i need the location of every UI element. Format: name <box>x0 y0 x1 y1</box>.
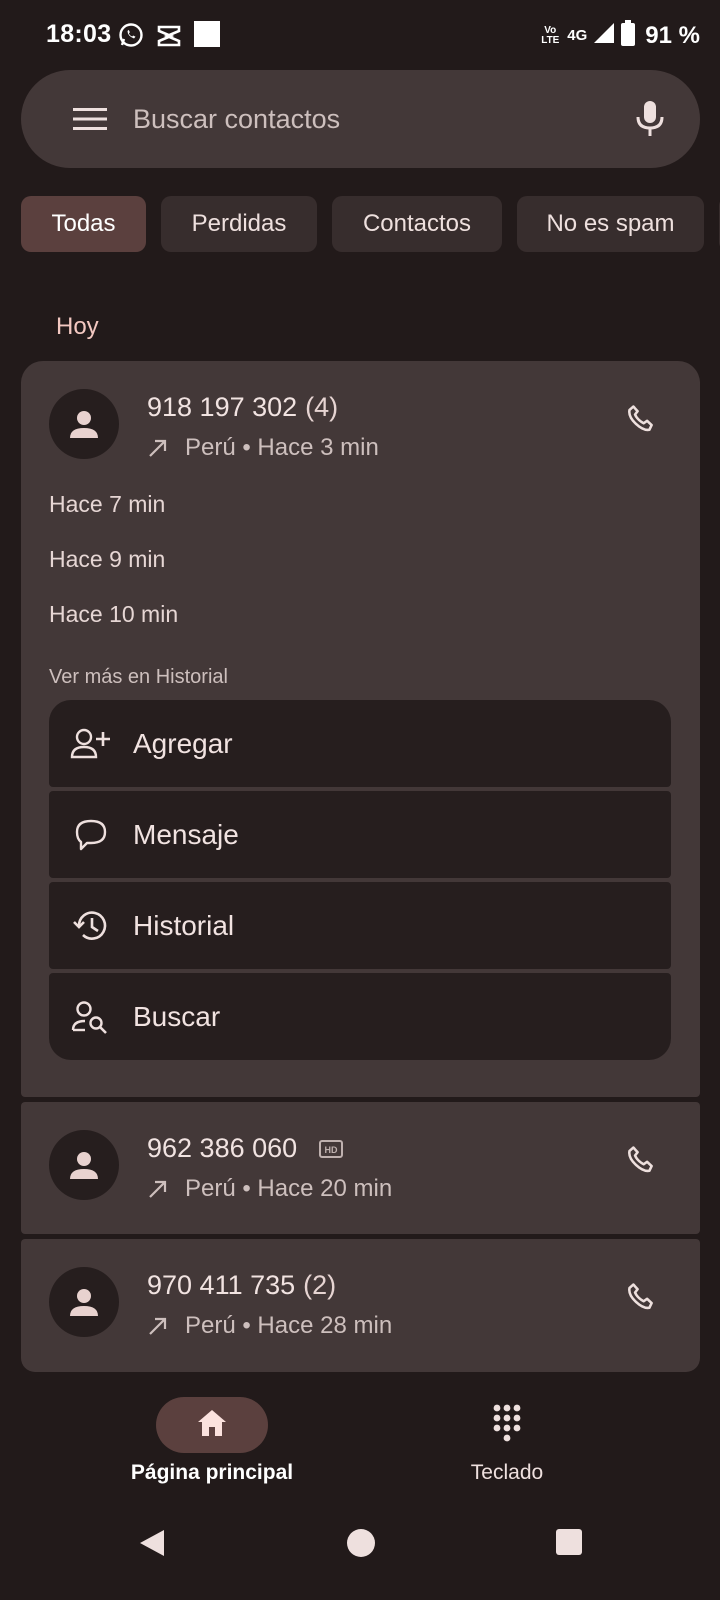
home-button-icon[interactable] <box>346 1528 376 1563</box>
network-type: 4G <box>567 27 588 44</box>
whatsapp-icon <box>118 22 144 53</box>
history-icon <box>69 904 113 948</box>
action-label: Buscar <box>133 1000 221 1032</box>
svg-text:HD: HD <box>324 1145 337 1155</box>
battery-icon <box>621 20 636 51</box>
nav-dialpad-indicator <box>451 1397 563 1453</box>
status-right: Vo LTE 4G 91 % <box>539 20 700 51</box>
call-icon[interactable] <box>624 403 658 442</box>
phone-number: 970 411 735 <box>147 1270 296 1300</box>
history-button[interactable]: Historial <box>49 882 671 969</box>
white-square-icon <box>194 21 220 52</box>
history-entry: Hace 10 min <box>49 601 179 627</box>
signal-icon <box>593 22 615 49</box>
nav-home[interactable]: Página principal <box>92 1375 332 1485</box>
recents-icon[interactable] <box>555 1528 583 1561</box>
call-detail-text: Perú • Hace 28 min <box>185 1312 393 1339</box>
action-label: Historial <box>133 909 235 941</box>
avatar <box>49 1267 119 1337</box>
search-input[interactable]: Buscar contactos <box>133 104 340 135</box>
outgoing-arrow-icon <box>147 1315 169 1337</box>
see-more-history-link[interactable]: Ver más en Historial <box>49 666 228 689</box>
nav-label: Teclado <box>470 1461 544 1484</box>
action-label: Agregar <box>133 727 233 759</box>
status-time: 18:03 <box>46 20 112 48</box>
menu-icon[interactable] <box>73 106 107 137</box>
phone-number: 962 386 060 <box>147 1133 298 1163</box>
call-number: 918 197 302 (4) <box>147 392 338 423</box>
capcut-icon <box>156 22 182 53</box>
person-search-icon <box>69 995 113 1039</box>
chip-no-es-spam[interactable]: No es spam <box>517 196 704 252</box>
avatar <box>49 1130 119 1200</box>
person-search-button[interactable]: Buscar <box>49 973 671 1060</box>
nav-dialpad[interactable]: Teclado <box>387 1375 627 1485</box>
message-icon <box>69 813 113 857</box>
call-detail: Perú • Hace 28 min <box>147 1312 392 1340</box>
call-log-item[interactable]: 970 411 735 (2) Perú • Hace 28 min <box>21 1239 700 1372</box>
call-number: 970 411 735 (2) <box>147 1270 336 1301</box>
call-log-item[interactable]: 962 386 060 HD Perú • Hace 20 min <box>21 1102 700 1234</box>
outgoing-arrow-icon <box>147 437 169 459</box>
chip-label: No es spam <box>546 210 675 237</box>
home-icon <box>196 1408 228 1443</box>
call-count: (4) <box>305 392 339 422</box>
system-navigation <box>0 1500 720 1600</box>
call-detail-text: Perú • Hace 3 min <box>185 434 379 461</box>
history-entry: Hace 7 min <box>49 491 166 517</box>
mic-icon[interactable] <box>636 100 664 143</box>
status-bar: 18:03 Vo LTE 4G 91 % <box>0 0 720 70</box>
call-log-item-expanded[interactable]: 918 197 302 (4) Perú • Hace 3 min Hace 7 … <box>21 361 700 1097</box>
nav-home-indicator <box>156 1397 268 1453</box>
chip-perdidas[interactable]: Perdidas <box>161 196 317 252</box>
back-icon[interactable] <box>138 1528 166 1563</box>
call-icon[interactable] <box>624 1144 658 1183</box>
call-icon[interactable] <box>624 1281 658 1320</box>
outgoing-arrow-icon <box>147 1178 169 1200</box>
action-label: Mensaje <box>133 818 239 850</box>
call-number: 962 386 060 HD <box>147 1133 343 1165</box>
message-button[interactable]: Mensaje <box>49 791 671 878</box>
chip-label: Todas <box>51 210 116 237</box>
battery-percent: 91 % <box>645 21 700 49</box>
call-detail: Perú • Hace 3 min <box>147 434 379 462</box>
chip-todas[interactable]: Todas <box>21 196 146 252</box>
search-bar[interactable]: Buscar contactos <box>21 70 700 168</box>
history-entry: Hace 9 min <box>49 546 166 572</box>
volte-icon: Vo LTE <box>541 24 560 46</box>
chip-label: Perdidas <box>191 210 287 237</box>
call-detail-text: Perú • Hace 20 min <box>185 1175 393 1202</box>
call-detail: Perú • Hace 20 min <box>147 1175 392 1203</box>
add-contact-button[interactable]: Agregar <box>49 700 671 787</box>
hd-icon: HD <box>318 1134 343 1165</box>
dialpad-icon <box>492 1403 522 1448</box>
call-count: (2) <box>303 1270 337 1300</box>
chip-label: Contactos <box>362 210 472 237</box>
filter-chips: Todas Perdidas Contactos No es spam <box>21 196 720 252</box>
add-contact-icon <box>69 722 113 766</box>
chip-contactos[interactable]: Contactos <box>332 196 502 252</box>
phone-number: 918 197 302 <box>147 392 298 422</box>
avatar <box>49 389 119 459</box>
nav-label: Página principal <box>130 1461 294 1484</box>
bottom-navigation: Página principal Teclado <box>0 1375 720 1485</box>
section-title: Hoy <box>56 313 99 340</box>
